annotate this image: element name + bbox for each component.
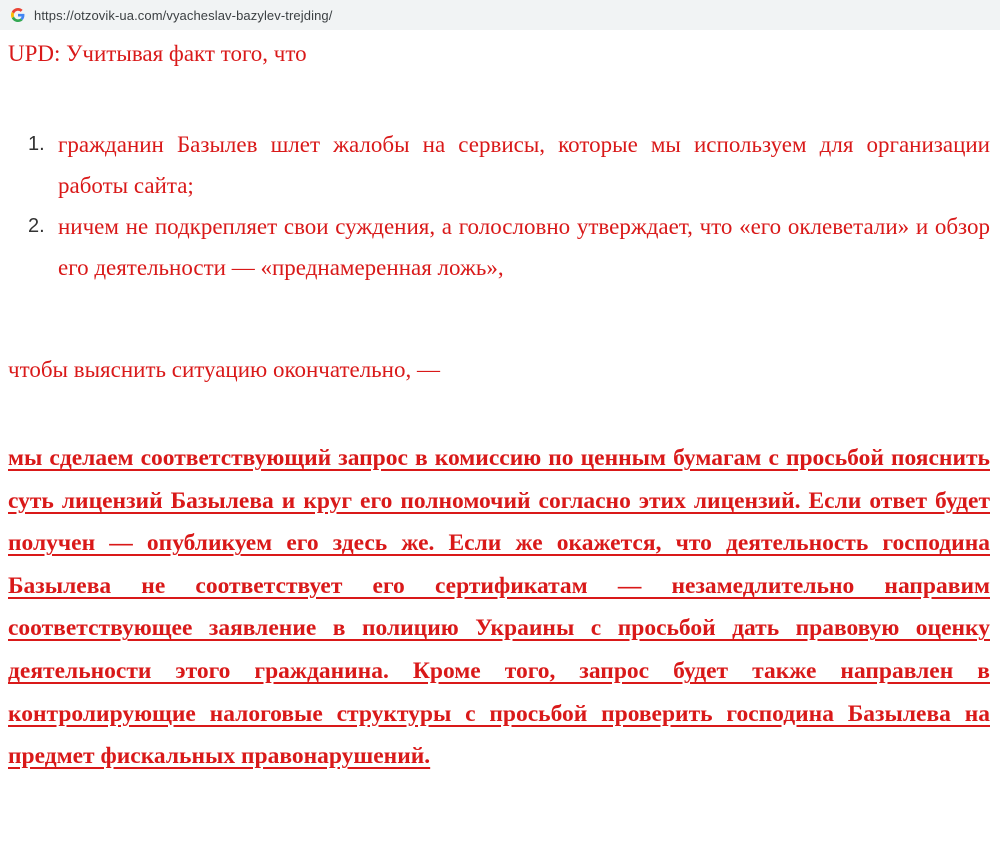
google-g-icon [10,7,26,23]
list-item: 1. гражданин Базылев шлет жалобы на серв… [28,124,990,206]
upd-line: UPD: Учитывая факт того, что [8,41,307,66]
article-content: UPD: Учитывая факт того, что 1. граждани… [8,34,990,769]
reasons-list: 1. гражданин Базылев шлет жалобы на серв… [28,124,990,288]
list-number: 1. [28,133,45,155]
address-bar[interactable]: https://otzovik-ua.com/vyacheslav-bazyle… [0,0,1000,30]
to-find-line: чтобы выяснить ситуацию окончательно, — [8,357,440,382]
list-item-text: ничем не подкрепляет свои суждения, а го… [58,214,990,280]
bold-statement: мы сделаем соответствующий запрос в коми… [8,445,990,770]
list-item-text: гражданин Базылев шлет жалобы на сервисы… [58,132,990,198]
list-item: 2. ничем не подкрепляет свои суждения, а… [28,206,990,288]
list-number: 2. [28,215,45,237]
url-text[interactable]: https://otzovik-ua.com/vyacheslav-bazyle… [34,8,332,23]
